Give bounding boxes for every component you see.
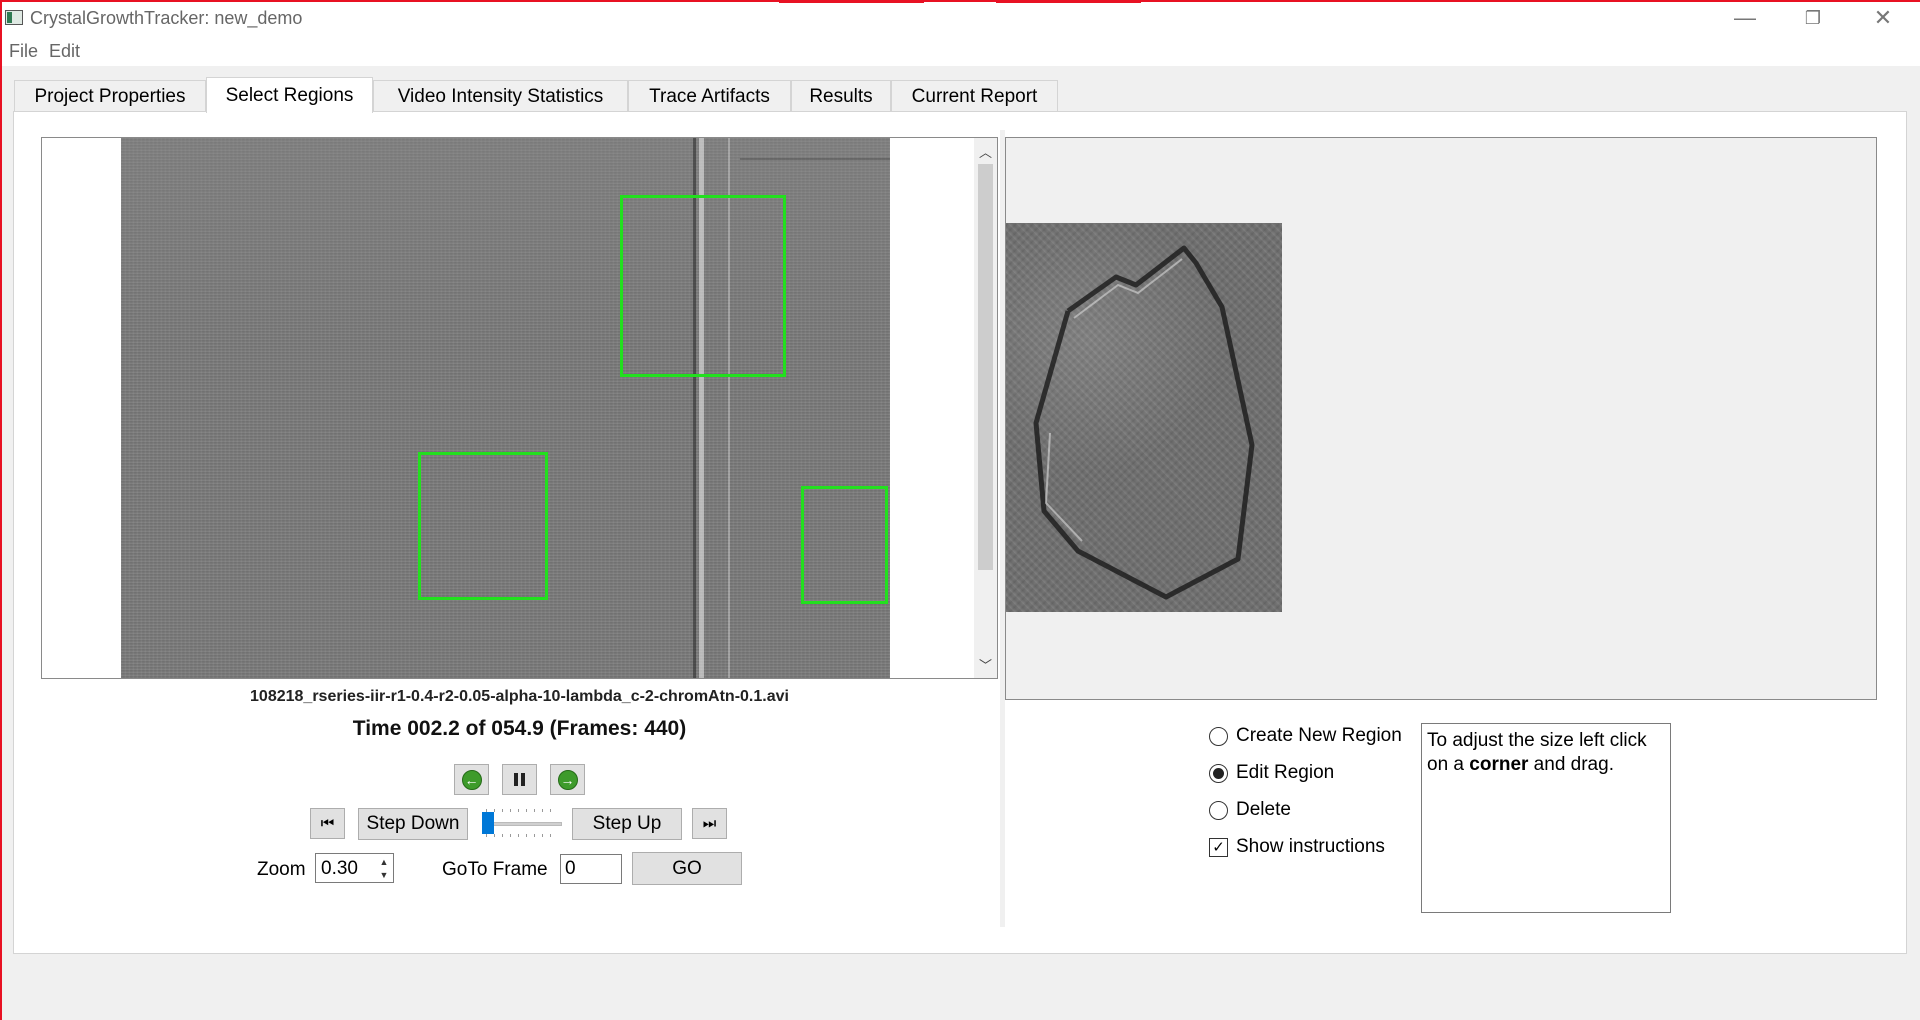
menu-edit[interactable]: Edit xyxy=(49,41,80,62)
instructions-text-emphasis: corner xyxy=(1469,754,1529,775)
scroll-down-icon[interactable]: ﹀ xyxy=(974,653,997,675)
video-filename: 108218_rseries-iir-r1-0.4-r2-0.05-alpha-… xyxy=(250,688,789,705)
app-icon xyxy=(5,10,23,25)
slider-ticks xyxy=(486,834,558,837)
title-bar: CrystalGrowthTracker: new_demo — ❐ ✕ xyxy=(0,0,1920,36)
create-new-region-radio[interactable] xyxy=(1209,726,1228,746)
minimize-icon: — xyxy=(1734,5,1756,30)
tab-video-intensity-statistics[interactable]: Video Intensity Statistics xyxy=(373,80,628,112)
region-preview-view xyxy=(1005,137,1877,700)
slider-ticks xyxy=(486,809,558,812)
time-readout: Time 002.2 of 054.9 (Frames: 440) xyxy=(352,717,687,740)
step-up-button[interactable]: Step Up xyxy=(572,808,682,840)
pause-icon xyxy=(514,773,525,786)
title-accent xyxy=(996,0,1141,3)
instructions-box: To adjust the size left click on a corne… xyxy=(1421,723,1671,913)
title-accent xyxy=(779,0,924,3)
menu-file[interactable]: File xyxy=(9,41,38,62)
scroll-up-icon[interactable]: ︿ xyxy=(974,140,997,162)
spin-down-icon[interactable]: ▼ xyxy=(376,868,392,881)
delete-label: Delete xyxy=(1236,799,1291,820)
zoom-spinbox[interactable]: 0.30 ▲ ▼ xyxy=(315,853,394,883)
scroll-thumb[interactable] xyxy=(978,164,993,570)
arrow-right-icon: → xyxy=(557,769,578,790)
arrow-left-icon: ← xyxy=(461,769,482,790)
region-box[interactable] xyxy=(801,486,888,604)
checkmark-icon: ✓ xyxy=(1212,838,1225,856)
goto-frame-input[interactable]: 0 xyxy=(560,854,622,884)
region-box[interactable] xyxy=(418,452,548,600)
crystal-outline-graphic xyxy=(1033,245,1255,600)
skip-last-icon: ⏭ xyxy=(702,815,717,832)
first-frame-button[interactable]: ⏮ xyxy=(310,808,345,839)
zoom-label: Zoom xyxy=(257,859,306,880)
play-backward-button[interactable]: ← xyxy=(454,764,489,795)
close-icon: ✕ xyxy=(1873,5,1893,30)
skip-first-icon: ⏮ xyxy=(320,815,335,832)
window-title: CrystalGrowthTracker: new_demo xyxy=(30,8,303,28)
show-instructions-label: Show instructions xyxy=(1236,836,1385,857)
edit-region-radio[interactable] xyxy=(1209,763,1228,783)
zoom-value: 0.30 xyxy=(321,858,358,879)
restore-icon: ❐ xyxy=(1804,7,1822,28)
slider-track xyxy=(482,822,562,826)
delete-radio[interactable] xyxy=(1209,800,1228,820)
last-frame-button[interactable]: ⏭ xyxy=(692,808,727,839)
step-down-button[interactable]: Step Down xyxy=(358,808,468,840)
close-button[interactable]: ✕ xyxy=(1848,0,1918,36)
region-preview-image xyxy=(1006,223,1282,612)
tab-results[interactable]: Results xyxy=(791,80,891,112)
video-view[interactable]: ︿ ﹀ xyxy=(41,137,998,679)
go-button[interactable]: GO xyxy=(632,852,742,885)
edit-region-option[interactable]: Edit Region xyxy=(1209,762,1334,784)
region-box[interactable] xyxy=(620,195,786,377)
tab-current-report[interactable]: Current Report xyxy=(891,80,1058,112)
create-new-region-option[interactable]: Create New Region xyxy=(1209,725,1402,747)
tab-project-properties[interactable]: Project Properties xyxy=(14,80,206,112)
minimize-button[interactable]: — xyxy=(1710,0,1780,36)
create-new-region-label: Create New Region xyxy=(1236,725,1402,746)
goto-frame-label: GoTo Frame xyxy=(442,859,548,880)
video-frame-image[interactable] xyxy=(121,138,890,678)
tab-select-regions[interactable]: Select Regions xyxy=(206,77,373,113)
restore-button[interactable]: ❐ xyxy=(1778,0,1848,36)
instructions-text-end: and drag. xyxy=(1528,754,1614,775)
tab-trace-artifacts[interactable]: Trace Artifacts xyxy=(628,80,791,112)
delete-option[interactable]: Delete xyxy=(1209,799,1291,821)
video-scrollbar[interactable]: ︿ ﹀ xyxy=(974,138,997,678)
frame-slider[interactable] xyxy=(482,808,562,838)
show-instructions-checkbox[interactable]: ✓ xyxy=(1209,837,1228,857)
slider-handle[interactable] xyxy=(482,812,494,834)
pause-button[interactable] xyxy=(502,764,537,795)
menu-bar: File Edit xyxy=(0,36,1920,66)
spin-up-icon[interactable]: ▲ xyxy=(376,855,392,868)
show-instructions-option[interactable]: ✓ Show instructions xyxy=(1209,836,1385,858)
play-forward-button[interactable]: → xyxy=(550,764,585,795)
frame-feature-line xyxy=(740,158,890,160)
edit-region-label: Edit Region xyxy=(1236,762,1335,783)
